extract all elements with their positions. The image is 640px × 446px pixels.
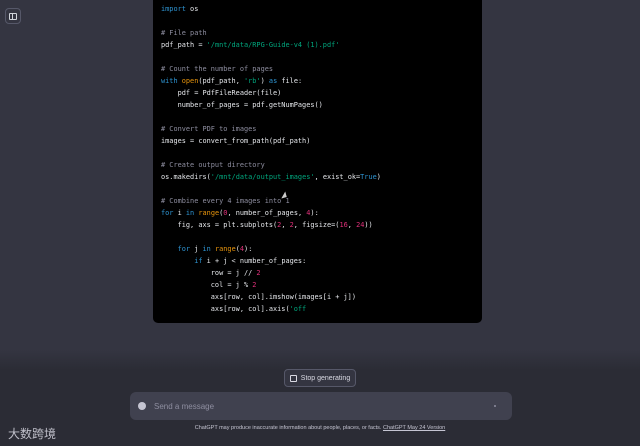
code-token: 2 — [252, 281, 257, 289]
code-line: axs[row, col].axis('off — [161, 303, 482, 315]
code-line: # Count the number of pages — [161, 63, 482, 75]
code-token: ) — [260, 77, 269, 85]
code-token: pdf = PdfFileReader(file) — [161, 89, 282, 97]
code-token: number_of_pages = pdf.getNumPages() — [161, 101, 323, 109]
code-token: axs[row, col].axis( — [161, 305, 290, 313]
code-token: images = convert_from_path(pdf_path) — [161, 137, 311, 145]
stop-generating-label: Stop generating — [300, 374, 351, 382]
plugin-icon — [138, 402, 146, 410]
code-token: j — [190, 245, 203, 253]
code-line: for j in range(4): — [161, 243, 482, 255]
code-token: True — [360, 173, 377, 181]
code-token: '/mnt/data/RPG-Guide-v4 (1).pdf' — [206, 41, 340, 49]
code-line: for i in range(0, number_of_pages, 4): — [161, 207, 482, 219]
code-token: if — [194, 257, 203, 265]
code-token: file: — [277, 77, 303, 85]
code-token: for — [161, 209, 174, 217]
footer-disclaimer: ChatGPT may produce inaccurate informati… — [0, 425, 640, 431]
code-token: ): — [310, 209, 319, 217]
code-line: row = j // 2 — [161, 267, 482, 279]
code-token: # Count the number of pages — [161, 65, 274, 73]
stop-generating-button[interactable]: Stop generating — [284, 369, 356, 387]
code-token: # Create output directory — [161, 161, 265, 169]
code-token: 16 — [339, 221, 348, 229]
code-line: # Combine every 4 images into 1 — [161, 195, 482, 207]
code-token: , — [347, 221, 357, 229]
code-line: with open(pdf_path, 'rb') as file: — [161, 75, 482, 87]
code-line: number_of_pages = pdf.getNumPages() — [161, 99, 482, 111]
code-token: , exist_ok= — [314, 173, 361, 181]
code-token: 'rb' — [244, 77, 261, 85]
code-token: in — [185, 209, 195, 217]
code-token: i — [173, 209, 186, 217]
sidebar-icon — [9, 12, 17, 20]
code-token: # Convert PDF to images — [161, 125, 257, 133]
disclaimer-text: ChatGPT may produce inaccurate informati… — [194, 425, 383, 431]
code-token: '/mnt/data/output_images' — [210, 173, 315, 181]
code-token: open — [181, 77, 199, 85]
code-token: 'off — [289, 305, 307, 313]
code-token: , — [281, 221, 290, 229]
sidebar-toggle-button[interactable] — [5, 8, 21, 24]
code-line: import os — [161, 3, 482, 15]
code-token: , figsize=( — [293, 221, 340, 229]
message-composer — [130, 392, 512, 420]
code-token: as — [268, 77, 278, 85]
code-line: # File path — [161, 27, 482, 39]
code-token: for — [177, 245, 191, 253]
code-token: 2 — [256, 269, 261, 277]
code-token: i + j < number_of_pages: — [202, 257, 307, 265]
code-line: os.makedirs('/mnt/data/output_images', e… — [161, 171, 482, 183]
code-token: range — [198, 209, 220, 217]
code-token: in — [202, 245, 211, 253]
code-token: axs[row, col].imshow(images[i + j]) — [161, 293, 356, 301]
message-input[interactable] — [152, 400, 494, 412]
code-token: col = j % — [161, 281, 253, 289]
code-line: # Convert PDF to images — [161, 123, 482, 135]
code-token: (pdf_path, — [198, 77, 244, 85]
code-line: fig, axs = plt.subplots(2, 2, figsize=(1… — [161, 219, 482, 231]
watermark-logo: 大数跨境 — [8, 427, 57, 441]
code-token: ) — [376, 173, 381, 181]
code-token: import — [161, 5, 186, 13]
code-block: import os # File path pdf_path = '/mnt/dat… — [153, 0, 482, 323]
stop-icon — [289, 374, 297, 382]
code-token: , number_of_pages, — [227, 209, 307, 217]
code-token: os — [185, 5, 199, 13]
code-token: # File path — [161, 29, 207, 37]
code-line: pdf_path = '/mnt/data/RPG-Guide-v4 (1).p… — [161, 39, 482, 51]
code-line: pdf = PdfFileReader(file) — [161, 87, 482, 99]
send-icon[interactable] — [494, 405, 496, 407]
code-token: row = j // — [161, 269, 257, 277]
code-token: os.makedirs( — [161, 173, 211, 181]
code-line: axs[row, col].imshow(images[i + j]) — [161, 291, 482, 303]
code-token: with — [161, 77, 182, 85]
code-line: images = convert_from_path(pdf_path) — [161, 135, 482, 147]
version-link[interactable]: ChatGPT May 24 Version — [383, 425, 445, 431]
code-token: ): — [244, 245, 253, 253]
code-token: )) — [364, 221, 373, 229]
code-token: pdf_path = — [161, 41, 207, 49]
code-token: range — [214, 245, 236, 253]
code-token: # Combine every 4 images into 1 — [161, 197, 290, 205]
code-line: col = j % 2 — [161, 279, 482, 291]
code-token: fig, axs = plt.subplots( — [161, 221, 278, 229]
code-line: if i + j < number_of_pages: — [161, 255, 482, 267]
code-line: # Create output directory — [161, 159, 482, 171]
